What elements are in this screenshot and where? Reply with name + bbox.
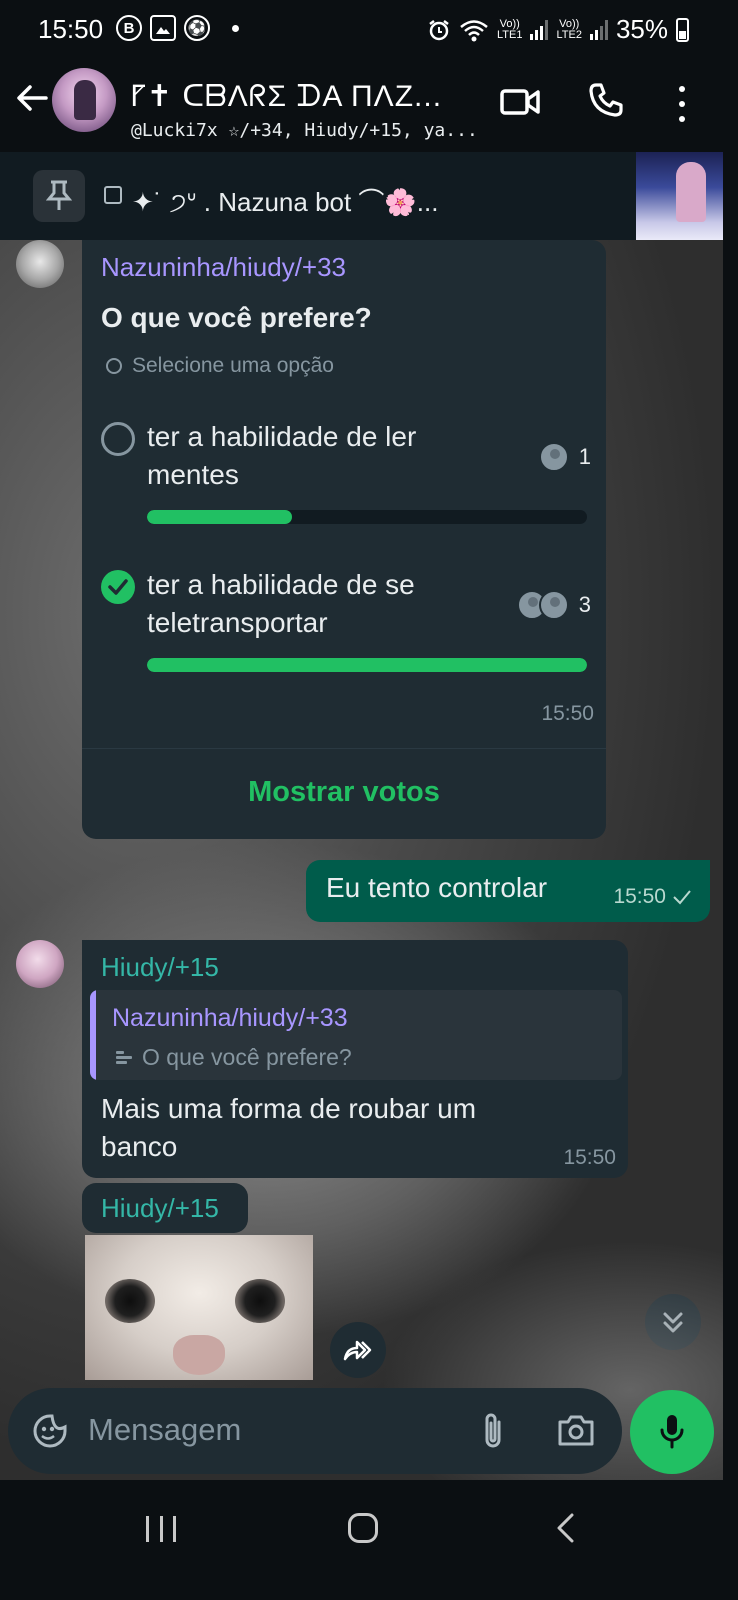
cat-eye bbox=[235, 1279, 285, 1323]
pinned-message-text: ✦˙ ੭ᐡ . Nazuna bot ⌒🌸... bbox=[132, 187, 439, 217]
sender-avatar-hiudy[interactable] bbox=[16, 940, 64, 988]
quoted-text: O que você prefere? bbox=[116, 1044, 352, 1071]
poll-option-voters[interactable]: 3 bbox=[516, 590, 591, 620]
wifi-icon bbox=[460, 19, 488, 41]
signal-2-icon bbox=[589, 19, 608, 40]
chat-area[interactable]: Nazuninha/hiudy/+33 O que você prefere? … bbox=[0, 240, 723, 1480]
microphone-icon bbox=[660, 1415, 684, 1449]
lte1-indicator: Vo)) LTE1 bbox=[496, 17, 523, 41]
nav-back-icon[interactable] bbox=[552, 1512, 578, 1544]
more-notifications-dot bbox=[232, 24, 239, 32]
recent-apps-button[interactable] bbox=[146, 1516, 176, 1542]
poll-question: O que você prefere? bbox=[101, 302, 372, 333]
poll-hint: Selecione uma opção bbox=[106, 354, 334, 378]
image-sender-name[interactable]: Hiudy/+15 bbox=[101, 1193, 219, 1224]
quoted-sender-name: Nazuninha/hiudy/+33 bbox=[112, 1004, 348, 1032]
group-title[interactable]: ⹍✝ ᑕᗷΛᖇΣ ᗪA ΠΛZ... bbox=[130, 74, 470, 115]
poll-icon bbox=[116, 1050, 132, 1065]
forward-icon[interactable] bbox=[330, 1322, 386, 1378]
alarm-icon bbox=[429, 19, 449, 40]
poll-option-bar bbox=[147, 658, 587, 672]
poll-sender-name[interactable]: Nazuninha/hiudy/+33 bbox=[101, 252, 346, 283]
reply-timestamp: 15:50 bbox=[563, 1146, 616, 1169]
cat-image[interactable] bbox=[85, 1235, 313, 1380]
outgoing-timestamp: 15:50 bbox=[613, 885, 666, 908]
status-time: 15:50 bbox=[38, 14, 104, 44]
video-call-icon[interactable] bbox=[500, 86, 540, 118]
battery-icon bbox=[676, 17, 689, 42]
poll-option[interactable]: ter a habilidade de se teletransportar 3 bbox=[101, 566, 591, 676]
b-notification-icon: B bbox=[116, 15, 142, 41]
system-navigation-bar bbox=[0, 1480, 723, 1600]
voice-call-icon[interactable] bbox=[588, 82, 624, 118]
system-icons: Vo)) LTE1 Vo)) LTE2 35% bbox=[427, 14, 689, 45]
chat-header: ⹍✝ ᑕᗷΛᖇΣ ᗪA ΠΛZ... @Lucki7x ☆/+34, Hiudy… bbox=[0, 58, 723, 150]
pinned-thumbnail[interactable] bbox=[636, 152, 723, 240]
sender-avatar-nazuninha[interactable] bbox=[16, 240, 64, 288]
gallery-notification-icon bbox=[150, 15, 176, 41]
back-arrow-icon[interactable] bbox=[14, 80, 50, 116]
more-options-icon[interactable] bbox=[672, 86, 692, 122]
attach-icon[interactable] bbox=[480, 1410, 506, 1452]
radio-unselected[interactable] bbox=[101, 422, 135, 456]
reply-message-text: Mais uma forma de roubar um banco bbox=[101, 1093, 477, 1162]
cat-eye bbox=[105, 1279, 155, 1323]
radio-selected-check-icon[interactable] bbox=[101, 570, 135, 604]
pin-icon bbox=[33, 170, 85, 222]
outgoing-message[interactable]: Eu tento controlar 15:50 bbox=[306, 860, 710, 922]
poll-message: Nazuninha/hiudy/+33 O que você prefere? … bbox=[82, 240, 606, 839]
poll-option-bar-fill bbox=[147, 658, 587, 672]
check-circle-icon bbox=[106, 358, 122, 374]
voter-avatar-icon bbox=[538, 442, 569, 472]
reply-message[interactable]: Hiudy/+15 Nazuninha/hiudy/+33 O que você… bbox=[82, 940, 628, 1178]
group-members[interactable]: @Lucki7x ☆/+34, Hiudy/+15, ya... bbox=[131, 120, 476, 141]
pinned-message-bar[interactable]: ✦˙ ੭ᐡ . Nazuna bot ⌒🌸... bbox=[0, 152, 723, 240]
scroll-to-bottom-icon[interactable] bbox=[645, 1294, 701, 1350]
home-button[interactable] bbox=[348, 1513, 378, 1543]
outgoing-message-meta: 15:50 bbox=[613, 885, 692, 909]
divider bbox=[82, 748, 606, 749]
status-bar: 15:50 B ⚽ Vo)) LTE1 Vo)) LTE2 35% bbox=[0, 0, 723, 58]
camera-icon[interactable] bbox=[556, 1412, 596, 1448]
voter-avatar-icon bbox=[538, 590, 569, 620]
poll-option-count: 3 bbox=[578, 592, 591, 617]
poll-option-bar bbox=[147, 510, 587, 524]
message-input[interactable] bbox=[88, 1412, 458, 1448]
lte2-indicator: Vo)) LTE2 bbox=[556, 17, 582, 41]
show-votes-button[interactable]: Mostrar votos bbox=[82, 776, 606, 809]
poll-option-bar-fill bbox=[147, 510, 293, 524]
soccer-notification-icon: ⚽ bbox=[184, 15, 210, 41]
image-type-icon bbox=[104, 186, 122, 204]
voice-message-button[interactable] bbox=[630, 1390, 714, 1474]
image-message-header: Hiudy/+15 bbox=[82, 1183, 248, 1233]
group-avatar[interactable] bbox=[52, 68, 116, 132]
reply-sender-name[interactable]: Hiudy/+15 bbox=[101, 952, 219, 983]
signal-1-icon bbox=[530, 19, 549, 40]
cat-nose bbox=[173, 1335, 225, 1375]
poll-timestamp: 15:50 bbox=[541, 702, 594, 725]
poll-option-count: 1 bbox=[578, 444, 591, 469]
poll-option[interactable]: ter a habilidade de ler mentes 1 bbox=[101, 418, 591, 528]
notification-icons: B ⚽ bbox=[116, 15, 239, 41]
poll-option-label: ter a habilidade de se teletransportar bbox=[147, 569, 415, 638]
sent-check-icon bbox=[673, 890, 691, 905]
message-composer bbox=[8, 1388, 622, 1474]
poll-option-voters[interactable]: 1 bbox=[538, 442, 591, 472]
quoted-message[interactable]: Nazuninha/hiudy/+33 O que você prefere? bbox=[90, 990, 622, 1080]
sticker-emoji-icon[interactable] bbox=[32, 1413, 68, 1449]
outgoing-message-text: Eu tento controlar bbox=[326, 872, 548, 903]
poll-option-label: ter a habilidade de ler mentes bbox=[147, 421, 417, 490]
battery-percent: 35% bbox=[615, 14, 668, 44]
